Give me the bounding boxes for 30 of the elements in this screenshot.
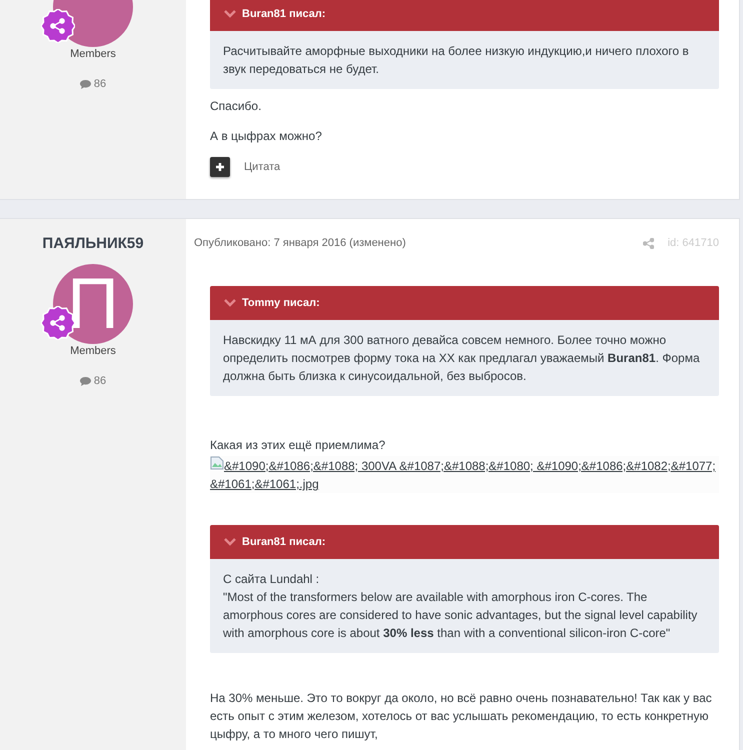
quote-header[interactable]: Tommy писал:	[210, 286, 719, 320]
member-group: Members	[70, 48, 116, 60]
post-text: Какая из этих ещё приемлима?	[210, 437, 386, 454]
quote-header[interactable]: Buran81 писал:	[210, 0, 719, 31]
member-group: Members	[70, 345, 116, 357]
chevron-icon	[224, 10, 236, 18]
avatar[interactable]: П	[53, 264, 133, 344]
post-text: А в цыфрах можно?	[210, 128, 323, 145]
post-count: 86	[94, 375, 106, 387]
author-name[interactable]: ПАЯЛЬНИК59	[42, 235, 144, 252]
chevron-icon	[224, 538, 236, 546]
plus-icon	[215, 162, 225, 172]
quote-text: Расчитывайте аморфные выходники на более низкую индукцию,и ничего плохого в звук передоваться не будет.	[223, 43, 690, 78]
share-badge-icon	[41, 306, 75, 340]
multiquote-button[interactable]	[210, 157, 230, 177]
quote-link[interactable]: Цитата	[244, 161, 280, 173]
quote-header[interactable]: Buran81 писал:	[210, 525, 719, 559]
comment-icon	[80, 376, 91, 386]
post-text: На 30% меньше. Это то вокруг да около, но всё равно очень познавательно! Так как у вас есть опыт с этим железом, хотелось от вас услышать рекомендацию, то есть конкретную цыфру, а то много чего пишут,	[210, 690, 713, 743]
share-badge-icon	[41, 9, 75, 43]
comment-icon	[80, 80, 91, 88]
post-date: Опубликовано: 7 января 2016 (изменено)	[194, 237, 406, 249]
post-text: Спасибо.	[210, 98, 262, 115]
image-link[interactable]: &#1090;&#1086;&#1088; 300VA &#1087;&#1088;&#1080; &#1090;&#1086;&#1082;&#1077; &#1061;&#1061;.jpg	[210, 456, 719, 493]
quote-text: "Most of the transformers below are available with amorphous iron C-cores. The amorphous cores are considered to have sonic advantages, but the signal level capability with amorphous core is about 30% less than with a conventional silicon-iron C-core"	[223, 589, 698, 642]
broken-image-icon	[210, 456, 224, 470]
chevron-icon	[224, 299, 236, 307]
post-count: 86	[94, 78, 106, 90]
quote-text: Навскидку 11 мА для 300 ватного девайса совсем немного. Более точно можно определить посмотрев форму тока на XX как предлагал уважаемый Buran81. Форма должна быть близка к синусоидальной, без выбросов.	[223, 332, 701, 385]
quote-text: С сайта Lundahl :	[223, 571, 320, 588]
